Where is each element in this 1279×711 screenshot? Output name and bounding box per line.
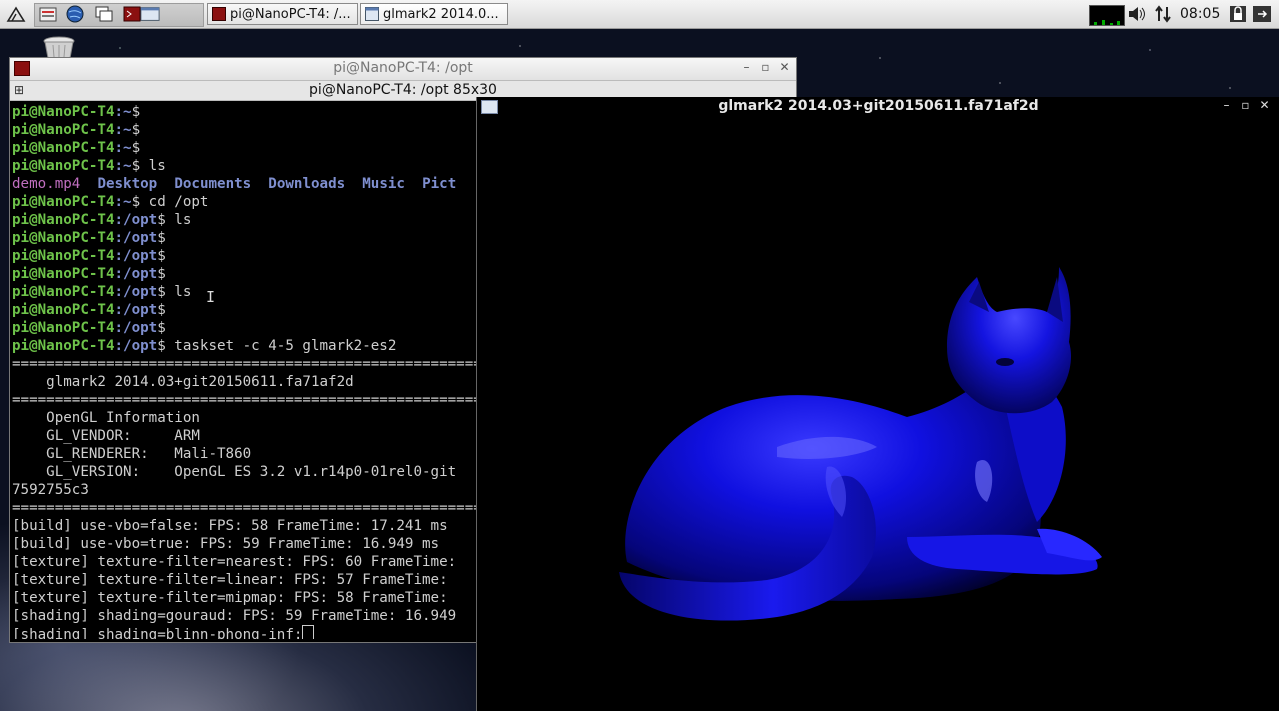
prompt-host: pi@NanoPC-T4 xyxy=(12,230,115,246)
command-text: $ xyxy=(157,248,166,264)
output-line: [shading] shading=blinn-phong-inf: xyxy=(12,627,303,639)
terminal-icon xyxy=(212,7,226,21)
prompt-path: :/opt xyxy=(114,212,158,228)
prompt-path: :~ xyxy=(114,194,132,210)
prompt-host: pi@NanoPC-T4 xyxy=(12,320,115,336)
start-menu-icon[interactable] xyxy=(6,5,26,23)
prompt-host: pi@NanoPC-T4 xyxy=(12,194,115,210)
window-icon xyxy=(365,7,379,21)
prompt-path: :/opt xyxy=(114,302,158,318)
trash-icon[interactable] xyxy=(42,36,76,58)
command-text: $ ls xyxy=(157,212,192,228)
task-button-label: pi@NanoPC-T4: /... xyxy=(230,6,351,22)
window-controls: – ▫ ✕ xyxy=(1217,98,1274,112)
command-text: $ xyxy=(131,140,141,156)
prompt-host: pi@NanoPC-T4 xyxy=(12,284,115,300)
prompt-path: :~ xyxy=(114,104,132,120)
prompt-host: pi@NanoPC-T4 xyxy=(12,140,115,156)
ls-entry: Desktop xyxy=(97,176,158,192)
command-text: $ ls xyxy=(157,284,192,300)
prompt-path: :/opt xyxy=(114,248,158,264)
clock[interactable]: 08:05 xyxy=(1180,6,1220,22)
terminal-cursor xyxy=(302,625,315,639)
prompt-host: pi@NanoPC-T4 xyxy=(12,248,115,264)
minimize-button[interactable]: – xyxy=(737,60,756,74)
prompt-path: :~ xyxy=(114,140,132,156)
command-text: $ xyxy=(157,320,166,336)
command-text: $ ls xyxy=(131,158,166,174)
command-text: $ xyxy=(157,266,166,282)
glmark2-title: glmark2 2014.03+git20150611.fa71af2d xyxy=(718,98,1039,114)
ls-entry: demo.mp4 xyxy=(12,176,81,192)
volume-icon[interactable] xyxy=(1127,5,1147,23)
text-cursor-icon: I xyxy=(206,288,216,306)
task-button-terminal[interactable]: pi@NanoPC-T4: /... xyxy=(207,3,358,25)
prompt-host: pi@NanoPC-T4 xyxy=(12,338,115,354)
prompt-path: :/opt xyxy=(114,320,158,336)
ls-entry: Music xyxy=(362,176,405,192)
power-icon[interactable] xyxy=(1252,5,1272,23)
task-button-label: glmark2 2014.0... xyxy=(383,6,499,22)
prompt-path: :/opt xyxy=(114,338,158,354)
terminal-titlebar[interactable]: pi@NanoPC-T4: /opt – ▫ ✕ xyxy=(10,58,796,81)
prompt-path: :~ xyxy=(114,158,132,174)
close-button[interactable]: ✕ xyxy=(775,60,794,74)
lock-icon[interactable] xyxy=(1228,5,1248,23)
terminal-title: pi@NanoPC-T4: /opt xyxy=(333,60,473,76)
browser-icon[interactable] xyxy=(65,5,85,23)
ls-entry: Documents xyxy=(174,176,252,192)
prompt-host: pi@NanoPC-T4 xyxy=(12,122,115,138)
quick-launch-bar xyxy=(34,3,204,27)
glmark2-window[interactable]: glmark2 2014.03+git20150611.fa71af2d – ▫ ✕ xyxy=(476,97,1279,711)
command-text: $ xyxy=(131,122,141,138)
command-text: $ xyxy=(131,104,141,120)
prompt-path: :/opt xyxy=(114,230,158,246)
prompt-host: pi@NanoPC-T4 xyxy=(12,212,115,228)
window-controls: – ▫ ✕ xyxy=(737,60,794,74)
file-manager-icon[interactable] xyxy=(38,5,58,23)
terminal-icon[interactable] xyxy=(122,5,142,23)
command-text: $ taskset -c 4-5 glmark2-es2 xyxy=(157,338,397,354)
prompt-path: :/opt xyxy=(114,266,158,282)
taskbar: pi@NanoPC-T4: /... glmark2 2014.0... 08:… xyxy=(0,0,1279,29)
command-text: $ xyxy=(157,302,166,318)
prompt-host: pi@NanoPC-T4 xyxy=(12,104,115,120)
glmark2-titlebar[interactable]: glmark2 2014.03+git20150611.fa71af2d – ▫ ✕ xyxy=(477,97,1279,117)
prompt-path: :/opt xyxy=(114,284,158,300)
prompt-path: :~ xyxy=(114,122,132,138)
minimize-button[interactable]: – xyxy=(1217,98,1236,112)
windows-icon[interactable] xyxy=(94,5,114,23)
maximize-button[interactable]: ▫ xyxy=(1236,98,1255,112)
close-button[interactable]: ✕ xyxy=(1255,98,1274,112)
prompt-host: pi@NanoPC-T4 xyxy=(12,158,115,174)
ls-entry: Downloads xyxy=(268,176,346,192)
window-switch-icon[interactable] xyxy=(140,5,160,23)
cat-model xyxy=(619,267,1102,621)
prompt-host: pi@NanoPC-T4 xyxy=(12,302,115,318)
command-text: $ cd /opt xyxy=(131,194,209,210)
command-text: $ xyxy=(157,230,166,246)
ls-entry: Pict xyxy=(422,176,457,192)
prompt-host: pi@NanoPC-T4 xyxy=(12,266,115,282)
network-graph-icon xyxy=(1089,5,1125,26)
maximize-button[interactable]: ▫ xyxy=(756,60,775,74)
render-canvas[interactable] xyxy=(477,117,1279,711)
terminal-subtitle: pi@NanoPC-T4: /opt 85x30 xyxy=(309,82,497,98)
network-icon[interactable] xyxy=(1153,5,1173,23)
task-button-glmark2[interactable]: glmark2 2014.0... xyxy=(360,3,508,25)
